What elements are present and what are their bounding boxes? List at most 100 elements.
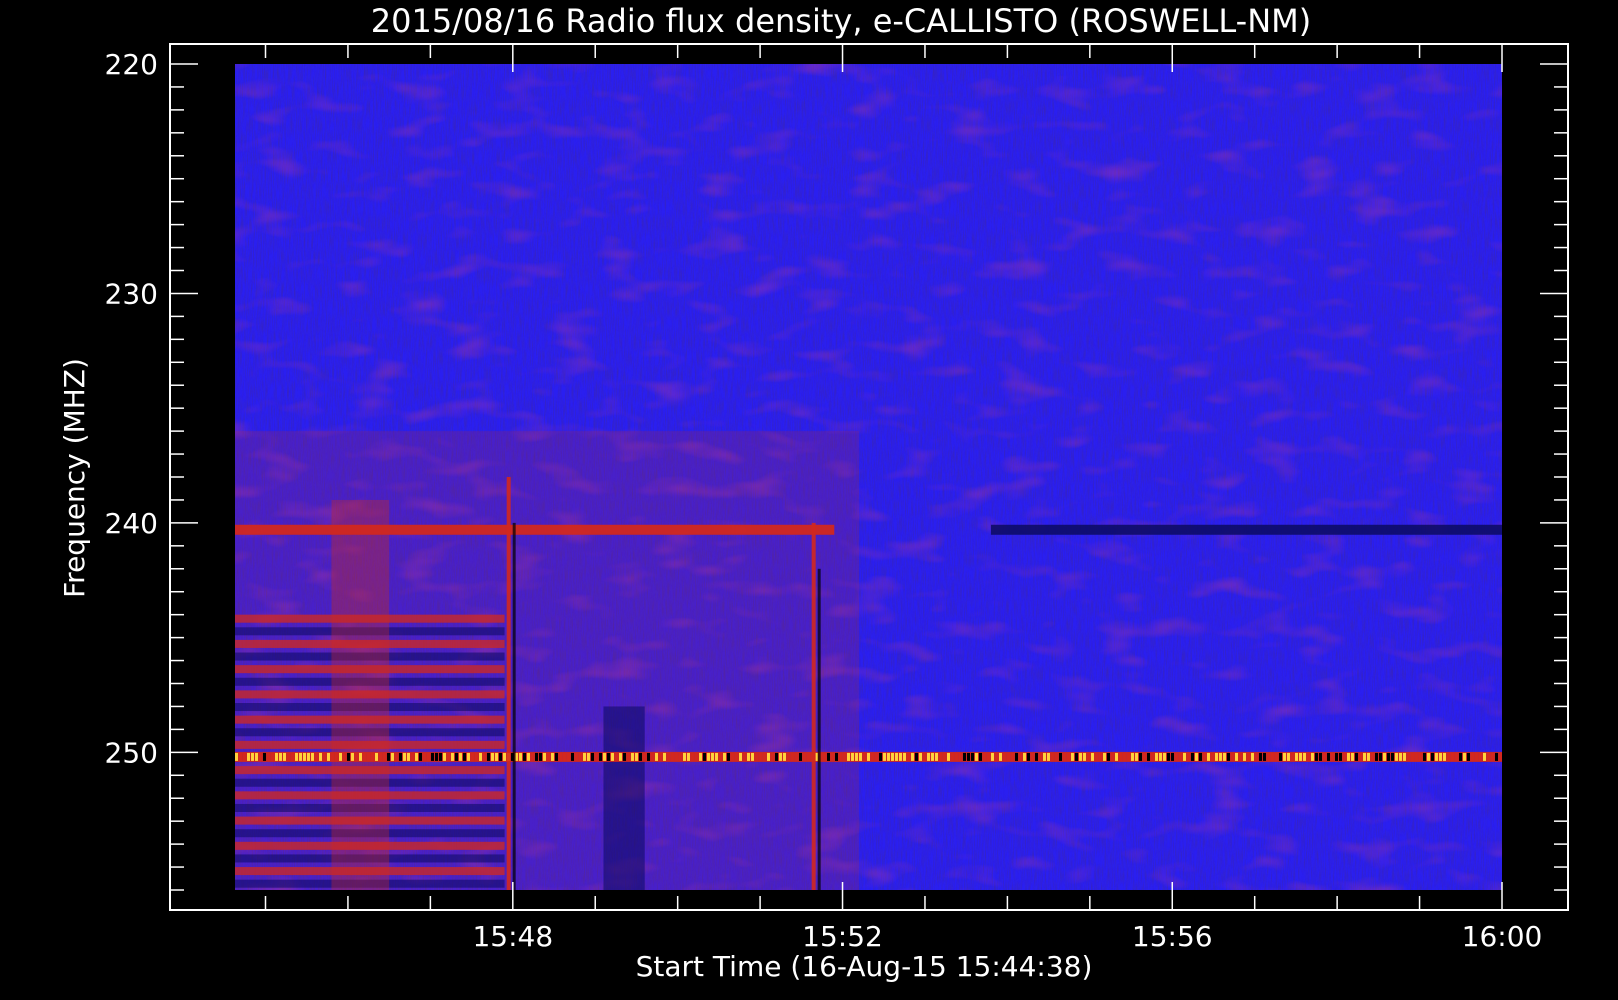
line-speckle bbox=[459, 752, 462, 761]
line-speckle bbox=[839, 752, 842, 761]
line-speckle bbox=[675, 752, 678, 761]
line-speckle bbox=[683, 752, 686, 761]
line-speckle bbox=[1347, 752, 1350, 761]
line-speckle bbox=[807, 752, 810, 761]
line-speckle bbox=[843, 752, 846, 761]
line-speckle bbox=[1039, 752, 1042, 761]
line-speckle bbox=[979, 752, 982, 761]
line-speckle bbox=[915, 752, 918, 761]
line-speckle bbox=[1295, 752, 1298, 761]
line-speckle bbox=[615, 752, 618, 761]
line-speckle bbox=[643, 752, 646, 761]
line-speckle bbox=[627, 752, 630, 761]
dark-block bbox=[603, 706, 645, 890]
line-speckle bbox=[555, 752, 558, 761]
line-speckle bbox=[947, 752, 950, 761]
line-speckle bbox=[323, 752, 326, 761]
line-speckle bbox=[415, 752, 418, 761]
line-speckle bbox=[1375, 752, 1378, 761]
line-speckle bbox=[1239, 752, 1242, 761]
line-speckle bbox=[563, 752, 566, 761]
line-speckle bbox=[559, 752, 562, 761]
line-speckle bbox=[1127, 752, 1130, 761]
line-speckle bbox=[1063, 752, 1066, 761]
line-speckle bbox=[867, 752, 870, 761]
line-speckle bbox=[967, 752, 970, 761]
line-speckle bbox=[1371, 752, 1374, 761]
line-speckle bbox=[1147, 752, 1150, 761]
line-speckle bbox=[1463, 752, 1466, 761]
line-speckle bbox=[875, 752, 878, 761]
line-speckle bbox=[1155, 752, 1158, 761]
line-speckle bbox=[1135, 752, 1138, 761]
line-speckle bbox=[1011, 752, 1014, 761]
line-speckle bbox=[739, 752, 742, 761]
line-speckle bbox=[1199, 752, 1202, 761]
line-speckle bbox=[755, 752, 758, 761]
line-speckle bbox=[475, 752, 478, 761]
line-speckle bbox=[267, 752, 270, 761]
line-speckle bbox=[1059, 752, 1062, 761]
line-speckle bbox=[939, 752, 942, 761]
line-speckle bbox=[943, 752, 946, 761]
chart-title: 2015/08/16 Radio flux density, e-CALLIST… bbox=[371, 2, 1311, 40]
line-speckle bbox=[519, 752, 522, 761]
line-speckle bbox=[1231, 752, 1234, 761]
line-speckle bbox=[1007, 752, 1010, 761]
line-speckle bbox=[1271, 752, 1274, 761]
line-speckle bbox=[751, 752, 754, 761]
line-speckle bbox=[407, 752, 410, 761]
line-speckle bbox=[1183, 752, 1186, 761]
line-speckle bbox=[891, 752, 894, 761]
line-speckle bbox=[1259, 752, 1262, 761]
y-tick-label: 250 bbox=[105, 736, 158, 769]
line-speckle bbox=[987, 752, 990, 761]
line-speckle bbox=[1499, 752, 1502, 761]
line-speckle bbox=[303, 752, 306, 761]
line-speckle bbox=[823, 752, 826, 761]
line-speckle bbox=[903, 752, 906, 761]
line-speckle bbox=[1443, 752, 1446, 761]
line-speckle bbox=[1243, 752, 1246, 761]
line-speckle bbox=[791, 752, 794, 761]
line-speckle bbox=[311, 752, 314, 761]
line-speckle bbox=[1415, 752, 1418, 761]
line-speckle bbox=[1071, 752, 1074, 761]
line-speckle bbox=[583, 752, 586, 761]
line-speckle bbox=[335, 752, 338, 761]
line-speckle bbox=[775, 752, 778, 761]
line-speckle bbox=[743, 752, 746, 761]
line-speckle bbox=[1379, 752, 1382, 761]
line-speckle bbox=[1167, 752, 1170, 761]
line-speckle bbox=[1467, 752, 1470, 761]
line-speckle bbox=[831, 752, 834, 761]
line-speckle bbox=[1303, 752, 1306, 761]
burst-line bbox=[506, 477, 511, 890]
line-speckle bbox=[387, 752, 390, 761]
line-speckle bbox=[711, 752, 714, 761]
line-speckle bbox=[1311, 752, 1314, 761]
line-speckle bbox=[247, 752, 250, 761]
band-column bbox=[331, 499, 390, 890]
line-speckle bbox=[443, 752, 446, 761]
line-speckle bbox=[735, 752, 738, 761]
line-speckle bbox=[707, 752, 710, 761]
line-speckle bbox=[1235, 752, 1238, 761]
line-speckle bbox=[887, 752, 890, 761]
line-speckle bbox=[907, 752, 910, 761]
line-speckle bbox=[927, 752, 930, 761]
line-speckle bbox=[1323, 752, 1326, 761]
line-speckle bbox=[1223, 752, 1226, 761]
line-speckle bbox=[499, 752, 502, 761]
line-speckle bbox=[1363, 752, 1366, 761]
line-speckle bbox=[319, 752, 322, 761]
line-speckle bbox=[479, 752, 482, 761]
line-speckle bbox=[931, 752, 934, 761]
line-speckle bbox=[679, 752, 682, 761]
line-speckle bbox=[299, 752, 302, 761]
line-speckle bbox=[1023, 752, 1026, 761]
line-speckle bbox=[503, 752, 506, 761]
line-speckle bbox=[1175, 752, 1178, 761]
line-speckle bbox=[1087, 752, 1090, 761]
line-speckle bbox=[959, 752, 962, 761]
